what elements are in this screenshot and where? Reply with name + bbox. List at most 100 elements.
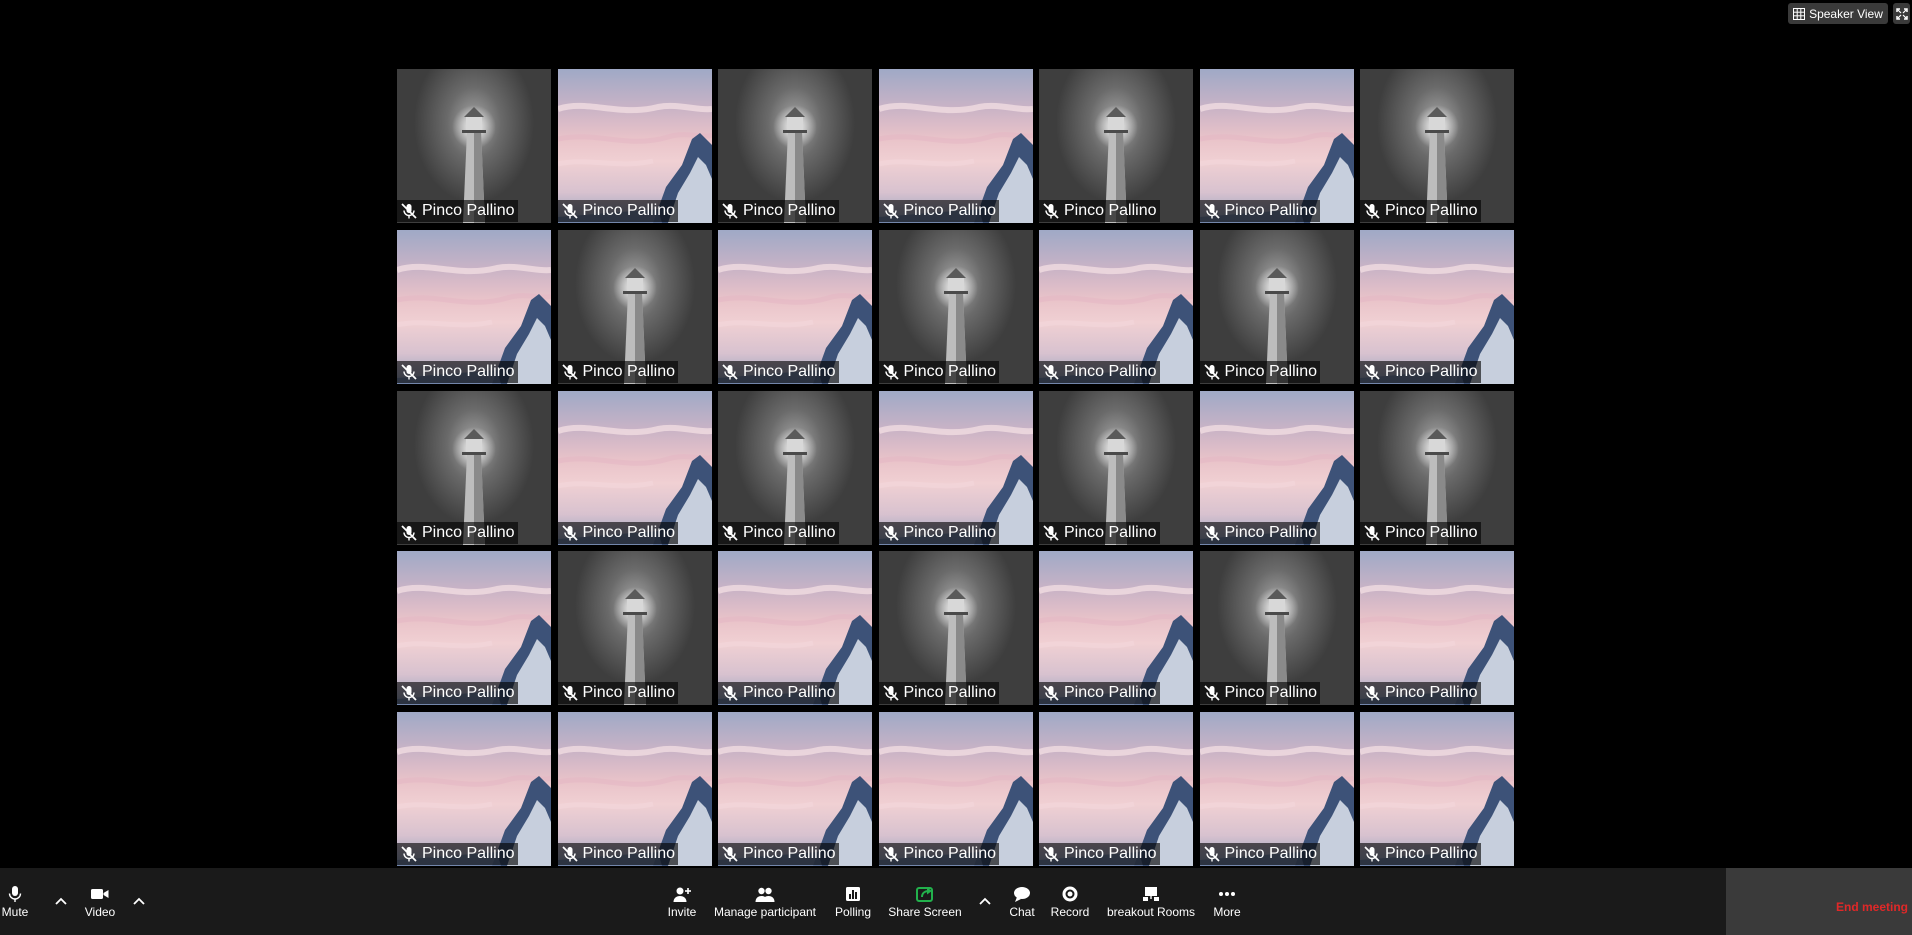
add-user-icon bbox=[673, 887, 691, 902]
breakout-rooms-button[interactable]: breakout Rooms bbox=[1104, 868, 1198, 935]
participant-name: Pinco Pallino bbox=[1224, 684, 1318, 702]
participant-name-tag: Pinco Pallino bbox=[397, 682, 518, 705]
participant-tile[interactable]: Pinco Pallino bbox=[557, 229, 712, 384]
participant-name: Pinco Pallino bbox=[1385, 845, 1478, 862]
participant-tile[interactable]: Pinco Pallino bbox=[1039, 551, 1193, 706]
participant-name-tag: Pinco Pallino bbox=[1039, 521, 1160, 544]
participant-tile[interactable]: Pinco Pallino bbox=[1199, 69, 1354, 223]
participant-name: Pinco Pallino bbox=[1224, 523, 1318, 541]
participant-tile[interactable]: Pinco Pallino bbox=[1039, 390, 1193, 545]
participant-tile[interactable]: Pinco Pallino bbox=[718, 551, 872, 706]
participant-tile[interactable]: Pinco Pallino bbox=[878, 69, 1033, 223]
participant-name-tag: Pinco Pallino bbox=[1039, 200, 1160, 222]
invite-button[interactable]: Invite bbox=[664, 868, 700, 935]
participant-name: Pinco Pallino bbox=[743, 845, 836, 862]
record-button[interactable]: Record bbox=[1048, 868, 1092, 935]
participant-name: Pinco Pallino bbox=[1064, 845, 1157, 862]
participant-tile[interactable]: Pinco Pallino bbox=[878, 551, 1033, 706]
participant-tile[interactable]: Pinco Pallino bbox=[1199, 390, 1354, 545]
participant-tile[interactable]: Pinco Pallino bbox=[878, 229, 1033, 384]
manage-participant-label: Manage participant bbox=[713, 904, 817, 919]
audio-options-caret[interactable] bbox=[52, 886, 70, 916]
participant-tile[interactable]: Pinco Pallino bbox=[1360, 390, 1514, 545]
participant-tile[interactable]: Pinco Pallino bbox=[1360, 551, 1514, 706]
participant-tile[interactable]: Pinco Pallino bbox=[397, 551, 551, 706]
mic-muted-icon bbox=[561, 685, 578, 701]
fullscreen-button[interactable] bbox=[1893, 3, 1910, 24]
chevron-up-icon bbox=[133, 897, 145, 905]
participant-tile[interactable]: Pinco Pallino bbox=[1360, 712, 1514, 866]
chevron-up-icon bbox=[55, 897, 67, 905]
participant-name: Pinco Pallino bbox=[1385, 684, 1478, 702]
participant-tile[interactable]: Pinco Pallino bbox=[557, 390, 712, 545]
manage-participant-button[interactable]: Manage participant bbox=[712, 868, 818, 935]
fullscreen-icon bbox=[1895, 7, 1908, 20]
participant-tile[interactable]: Pinco Pallino bbox=[1199, 712, 1354, 866]
participant-tile[interactable]: Pinco Pallino bbox=[557, 712, 712, 866]
participant-name-tag: Pinco Pallino bbox=[397, 360, 518, 383]
participant-tile[interactable]: Pinco Pallino bbox=[718, 69, 872, 223]
speaker-view-label: Speaker View bbox=[1809, 6, 1883, 21]
participant-tile[interactable]: Pinco Pallino bbox=[718, 390, 872, 545]
participant-tile[interactable]: Pinco Pallino bbox=[718, 712, 872, 866]
participant-tile[interactable]: Pinco Pallino bbox=[1360, 229, 1514, 384]
participant-tile[interactable]: Pinco Pallino bbox=[1199, 229, 1354, 384]
mic-muted-icon bbox=[401, 524, 417, 541]
participant-tile[interactable]: Pinco Pallino bbox=[397, 712, 551, 866]
mic-muted-icon bbox=[1043, 685, 1059, 701]
participant-name-tag: Pinco Pallino bbox=[718, 521, 839, 544]
mic-muted-icon bbox=[1364, 524, 1380, 541]
participant-name-tag: Pinco Pallino bbox=[397, 521, 518, 544]
mic-muted-icon bbox=[882, 524, 899, 541]
participant-name: Pinco Pallino bbox=[1064, 202, 1157, 219]
share-screen-button[interactable]: Share Screen bbox=[884, 868, 966, 935]
participant-name-tag: Pinco Pallino bbox=[1360, 682, 1481, 705]
participant-tile[interactable]: Pinco Pallino bbox=[557, 551, 712, 706]
video-options-caret[interactable] bbox=[130, 886, 148, 916]
participant-name-tag: Pinco Pallino bbox=[1039, 682, 1160, 705]
mic-muted-icon bbox=[722, 846, 738, 862]
mic-muted-icon bbox=[1364, 364, 1380, 380]
participant-tile[interactable]: Pinco Pallino bbox=[557, 69, 712, 223]
more-button[interactable]: More bbox=[1210, 868, 1244, 935]
chat-button[interactable]: Chat bbox=[1004, 868, 1040, 935]
invite-label: Invite bbox=[667, 904, 697, 919]
participant-tile[interactable]: Pinco Pallino bbox=[718, 229, 872, 384]
participant-name-tag: Pinco Pallino bbox=[878, 360, 999, 383]
participant-name: Pinco Pallino bbox=[422, 684, 515, 702]
video-label: Video bbox=[84, 904, 116, 919]
share-options-caret[interactable] bbox=[976, 886, 994, 916]
participant-tile[interactable]: Pinco Pallino bbox=[397, 390, 551, 545]
meeting-toolbar: Mute Video Invite Manage participant Pol… bbox=[0, 868, 1912, 935]
participant-tile[interactable]: Pinco Pallino bbox=[1360, 69, 1514, 223]
participant-name: Pinco Pallino bbox=[422, 362, 515, 380]
end-meeting-button[interactable]: End meeting bbox=[1836, 900, 1908, 914]
polling-button[interactable]: Polling bbox=[832, 868, 874, 935]
participant-tile[interactable]: Pinco Pallino bbox=[397, 229, 551, 384]
mic-muted-icon bbox=[561, 524, 578, 541]
participant-name-tag: Pinco Pallino bbox=[1199, 521, 1320, 544]
participant-name-tag: Pinco Pallino bbox=[878, 682, 999, 705]
mic-muted-icon bbox=[1203, 364, 1220, 380]
speaker-view-button[interactable]: Speaker View bbox=[1788, 3, 1888, 24]
participant-name: Pinco Pallino bbox=[743, 684, 836, 702]
video-button[interactable]: Video bbox=[82, 868, 118, 935]
participants-icon bbox=[755, 887, 775, 902]
participant-name: Pinco Pallino bbox=[903, 202, 997, 219]
mic-muted-icon bbox=[401, 203, 417, 219]
mute-button[interactable]: Mute bbox=[0, 868, 30, 935]
participant-name-tag: Pinco Pallino bbox=[557, 682, 678, 705]
participant-tile[interactable]: Pinco Pallino bbox=[1039, 69, 1193, 223]
participant-tile[interactable]: Pinco Pallino bbox=[1199, 551, 1354, 706]
participant-name-tag: Pinco Pallino bbox=[397, 843, 518, 865]
participant-name: Pinco Pallino bbox=[1224, 202, 1318, 219]
participant-name-tag: Pinco Pallino bbox=[397, 200, 518, 222]
participant-tile[interactable]: Pinco Pallino bbox=[1039, 229, 1193, 384]
participant-tile[interactable]: Pinco Pallino bbox=[878, 390, 1033, 545]
participant-tile[interactable]: Pinco Pallino bbox=[1039, 712, 1193, 866]
participant-tile[interactable]: Pinco Pallino bbox=[397, 69, 551, 223]
chevron-up-icon bbox=[979, 897, 991, 905]
mic-muted-icon bbox=[401, 364, 417, 380]
participant-name-tag: Pinco Pallino bbox=[1039, 843, 1160, 865]
participant-tile[interactable]: Pinco Pallino bbox=[878, 712, 1033, 866]
